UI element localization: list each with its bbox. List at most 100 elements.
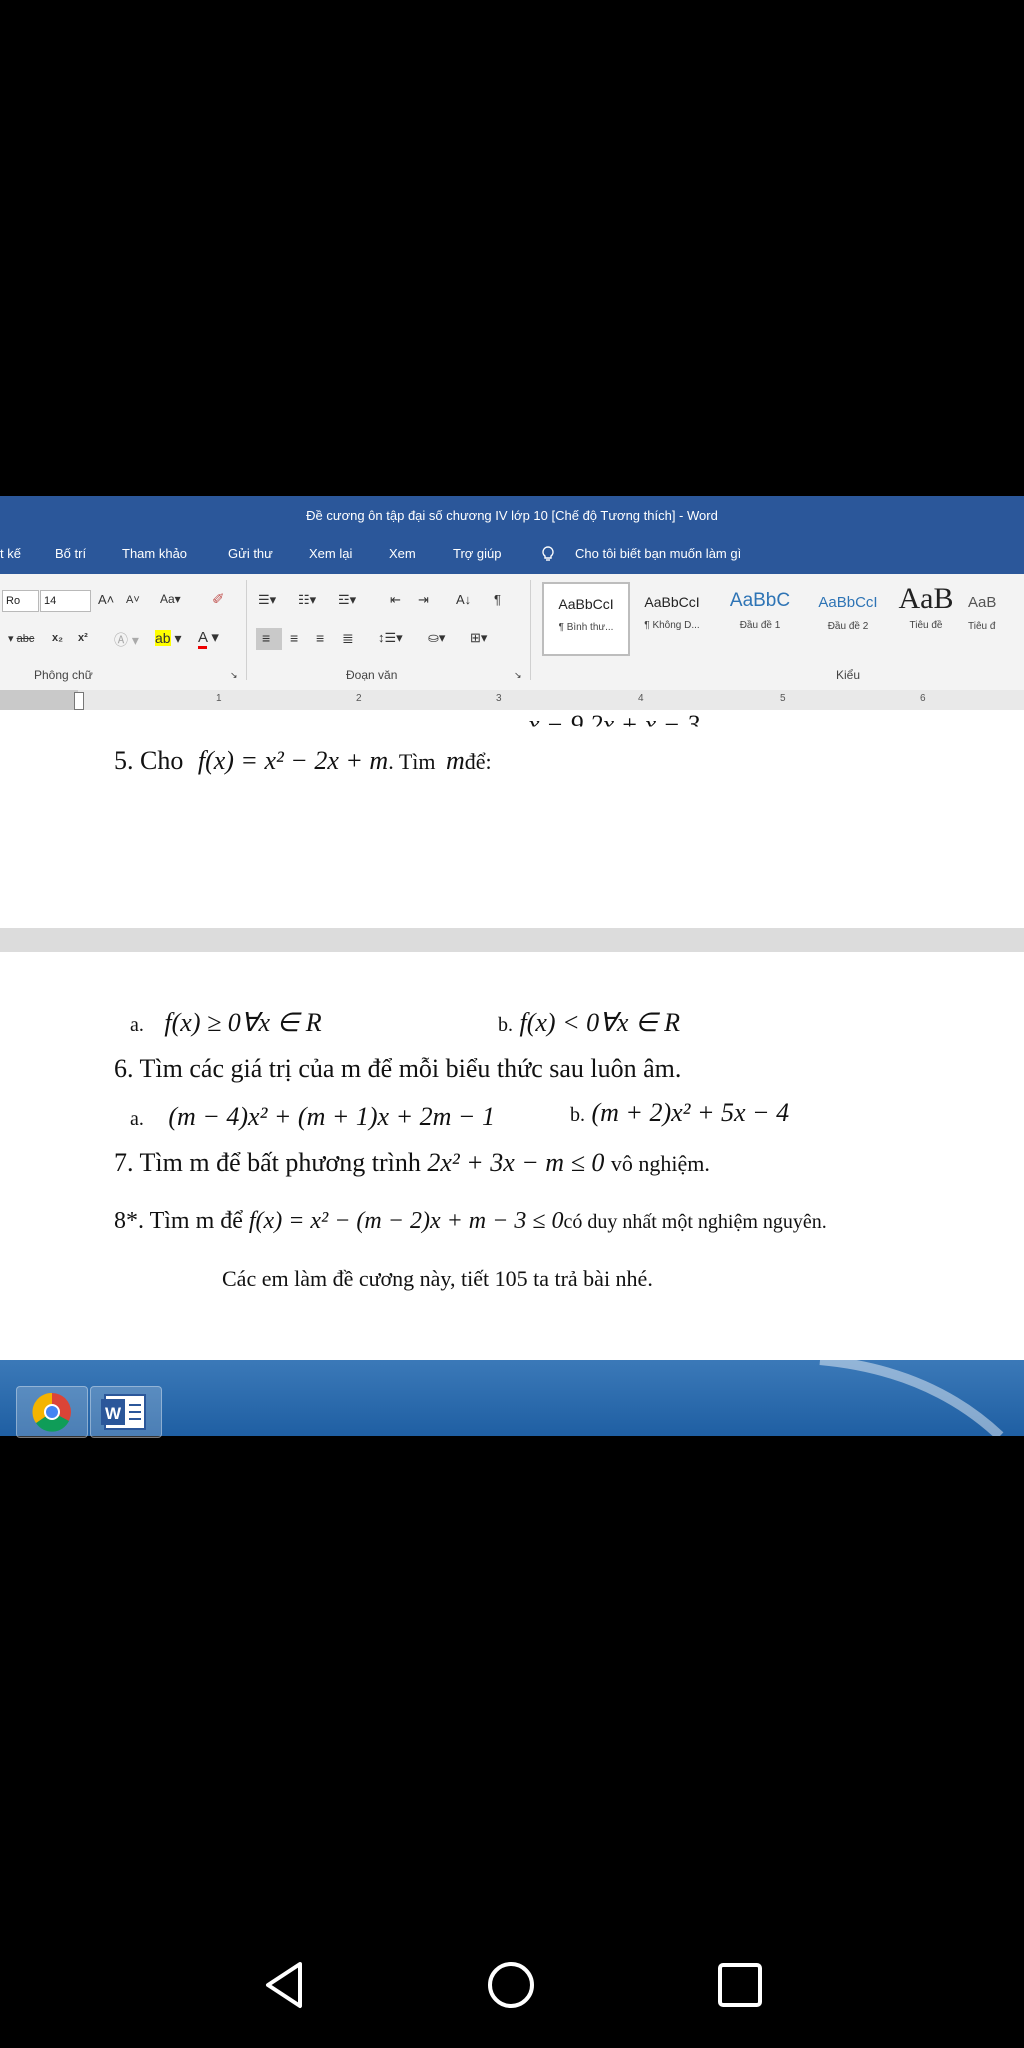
chrome-icon[interactable]: [16, 1386, 88, 1438]
bullets-icon[interactable]: ☰▾: [258, 592, 276, 608]
svg-text:W: W: [105, 1404, 122, 1423]
subscript-icon[interactable]: x₂: [52, 632, 63, 644]
multilevel-list-icon[interactable]: ☲▾: [338, 592, 356, 608]
style-name: ¶ Không D...: [644, 620, 700, 631]
numbering-icon[interactable]: ☷▾: [298, 592, 316, 608]
ribbon-separator: [530, 580, 531, 680]
q8-suffix: có duy nhất một nghiệm nguyên.: [563, 1211, 827, 1233]
q7-suffix: vô nghiệm.: [610, 1151, 710, 1176]
ruler-number: 6: [920, 693, 926, 704]
font-color-icon[interactable]: A ▾: [198, 628, 219, 649]
style-name: Tiêu đề: [909, 620, 943, 631]
ruler-number: 3: [496, 693, 502, 704]
question-7: 7. Tìm m để bất phương trình 2x² + 3x − …: [114, 1148, 710, 1178]
style-sample: AaBbCcI: [558, 596, 614, 612]
teacher-note: Các em làm đề cương này, tiết 105 ta trả…: [222, 1266, 653, 1291]
highlight-icon[interactable]: ab ▾: [155, 630, 182, 647]
home-icon[interactable]: [486, 1960, 536, 2015]
tab-view[interactable]: Xem: [389, 546, 416, 561]
font-size-box[interactable]: 14: [40, 590, 91, 612]
tab-references[interactable]: Tham khảo: [122, 546, 187, 561]
align-right-icon[interactable]: ≡: [316, 630, 324, 646]
line-spacing-icon[interactable]: ↕☰▾: [378, 630, 403, 646]
shrink-font-icon[interactable]: A˅: [126, 594, 140, 606]
tell-me-search[interactable]: Cho tôi biết bạn muốn làm gì: [575, 546, 741, 561]
font-name-box[interactable]: Ro: [2, 590, 39, 612]
q6b-label: b.: [570, 1104, 585, 1126]
question-5a: a. f(x) ≥ 0∀x ∈ R: [130, 1008, 322, 1038]
group-label-paragraph: Đoạn văn: [346, 668, 398, 682]
document-page[interactable]: x − 9 2x + x − 3 5. Cho f(x) = x² − 2x +…: [0, 710, 1024, 928]
decrease-indent-icon[interactable]: ⇤: [390, 592, 401, 608]
style-name: Tiêu đ: [968, 621, 996, 632]
style-heading-2[interactable]: AaBbCcI Đầu đề 2: [806, 582, 890, 652]
indent-marker[interactable]: [74, 692, 84, 710]
window-title: Đề cương ôn tập đại số chương IV lớp 10 …: [306, 507, 718, 523]
borders-icon[interactable]: ⊞▾: [470, 630, 487, 646]
tab-mailings[interactable]: Gửi thư: [228, 546, 273, 561]
back-icon[interactable]: [262, 1960, 306, 2015]
question-8: 8*. Tìm m để f(x) = x² − (m − 2)x + m − …: [114, 1208, 827, 1235]
question-6: 6. Tìm các giá trị của m để mỗi biểu thứ…: [114, 1054, 682, 1083]
ruler-number: 5: [780, 693, 786, 704]
text-effects-icon[interactable]: Ⓐ ▾: [114, 630, 139, 650]
tab-design[interactable]: t kế: [0, 546, 21, 561]
q8-formula: f(x) = x² − (m − 2)x + m − 3 ≤ 0: [248, 1208, 564, 1234]
question-6a: a. (m − 4)x² + (m + 1)x + 2m − 1: [130, 1102, 495, 1132]
q5-prefix: 5. Cho: [114, 746, 184, 775]
horizontal-ruler[interactable]: 1 2 3 4 5 6: [0, 690, 1024, 711]
q7-formula: 2x² + 3x − m ≤ 0: [427, 1148, 605, 1177]
recent-apps-icon[interactable]: [716, 1960, 764, 2015]
justify-icon[interactable]: ≣: [342, 630, 354, 647]
align-center-icon[interactable]: ≡: [290, 630, 298, 646]
style-sample: AaB: [898, 582, 954, 615]
taskbar-swoosh: [819, 1360, 1004, 1436]
ribbon-separator: [246, 580, 247, 680]
ribbon-tabs: t kế Bố trí Tham khảo Gửi thư Xem lại Xe…: [0, 534, 1024, 574]
q6a-label: a.: [130, 1108, 144, 1130]
style-subtitle[interactable]: AaB Tiêu đ: [968, 582, 1024, 652]
clear-format-icon[interactable]: ✐: [212, 590, 225, 608]
pilcrow-icon[interactable]: ¶: [494, 592, 501, 607]
q5-suffix: . Tìm: [388, 749, 436, 774]
sort-icon[interactable]: A↓: [456, 592, 471, 607]
paragraph-dialog-launcher-icon[interactable]: ↘: [514, 670, 522, 681]
increase-indent-icon[interactable]: ⇥: [418, 592, 429, 608]
style-no-spacing[interactable]: AaBbCcI ¶ Không D...: [630, 582, 714, 652]
tab-review[interactable]: Xem lại: [309, 546, 352, 561]
style-title[interactable]: AaB Tiêu đề: [888, 582, 964, 652]
style-sample: AaBbC: [729, 590, 791, 611]
font-dialog-launcher-icon[interactable]: ↘: [230, 670, 238, 681]
style-sample: AaB: [968, 594, 997, 611]
tab-help[interactable]: Trợ giúp: [453, 546, 502, 561]
q5a-label: a.: [130, 1014, 144, 1036]
style-name: Đầu đề 1: [739, 620, 781, 631]
superscript-icon[interactable]: x²: [78, 632, 88, 644]
q5-variable: m: [445, 746, 465, 775]
strikethrough-icon[interactable]: ▾ abc: [8, 632, 34, 645]
grow-font-icon[interactable]: A˄: [98, 592, 114, 607]
ruler-margin: [0, 690, 78, 710]
group-label-font: Phông chữ: [34, 668, 93, 682]
align-left-glyph-icon: ≡: [262, 630, 271, 646]
q6a-formula: (m − 4)x² + (m + 1)x + 2m − 1: [168, 1102, 495, 1131]
ruler-number: 2: [356, 693, 362, 704]
window-title-bar: Đề cương ôn tập đại số chương IV lớp 10 …: [0, 496, 1024, 534]
document-page[interactable]: a. f(x) ≥ 0∀x ∈ R b. f(x) < 0∀x ∈ R 6. T…: [0, 952, 1024, 1360]
cut-off-formula: x − 9 2x + x − 3: [528, 710, 700, 739]
q5a-formula: f(x) ≥ 0∀x ∈ R: [164, 1008, 322, 1037]
question-5: 5. Cho f(x) = x² − 2x + m. Tìm mđể:: [114, 746, 492, 776]
style-heading-1[interactable]: AaBbC Đầu đề 1: [718, 582, 802, 652]
group-label-styles: Kiểu: [836, 668, 861, 682]
word-icon[interactable]: W: [90, 1386, 162, 1438]
q5b-label: b.: [498, 1014, 513, 1036]
ruler-number: 1: [216, 693, 222, 704]
tab-layout[interactable]: Bố trí: [55, 546, 86, 561]
style-sample: AaBbCcI: [644, 594, 700, 610]
question-5b: b. f(x) < 0∀x ∈ R: [498, 1008, 680, 1038]
q7-prefix: 7. Tìm m để bất phương trình: [114, 1148, 421, 1177]
change-case-icon[interactable]: Aa▾: [160, 592, 181, 606]
style-normal[interactable]: AaBbCcI ¶ Bình thư...: [542, 582, 630, 656]
shading-icon[interactable]: ⛀▾: [428, 630, 445, 646]
q5-formula: f(x) = x² − 2x + m: [197, 746, 389, 775]
